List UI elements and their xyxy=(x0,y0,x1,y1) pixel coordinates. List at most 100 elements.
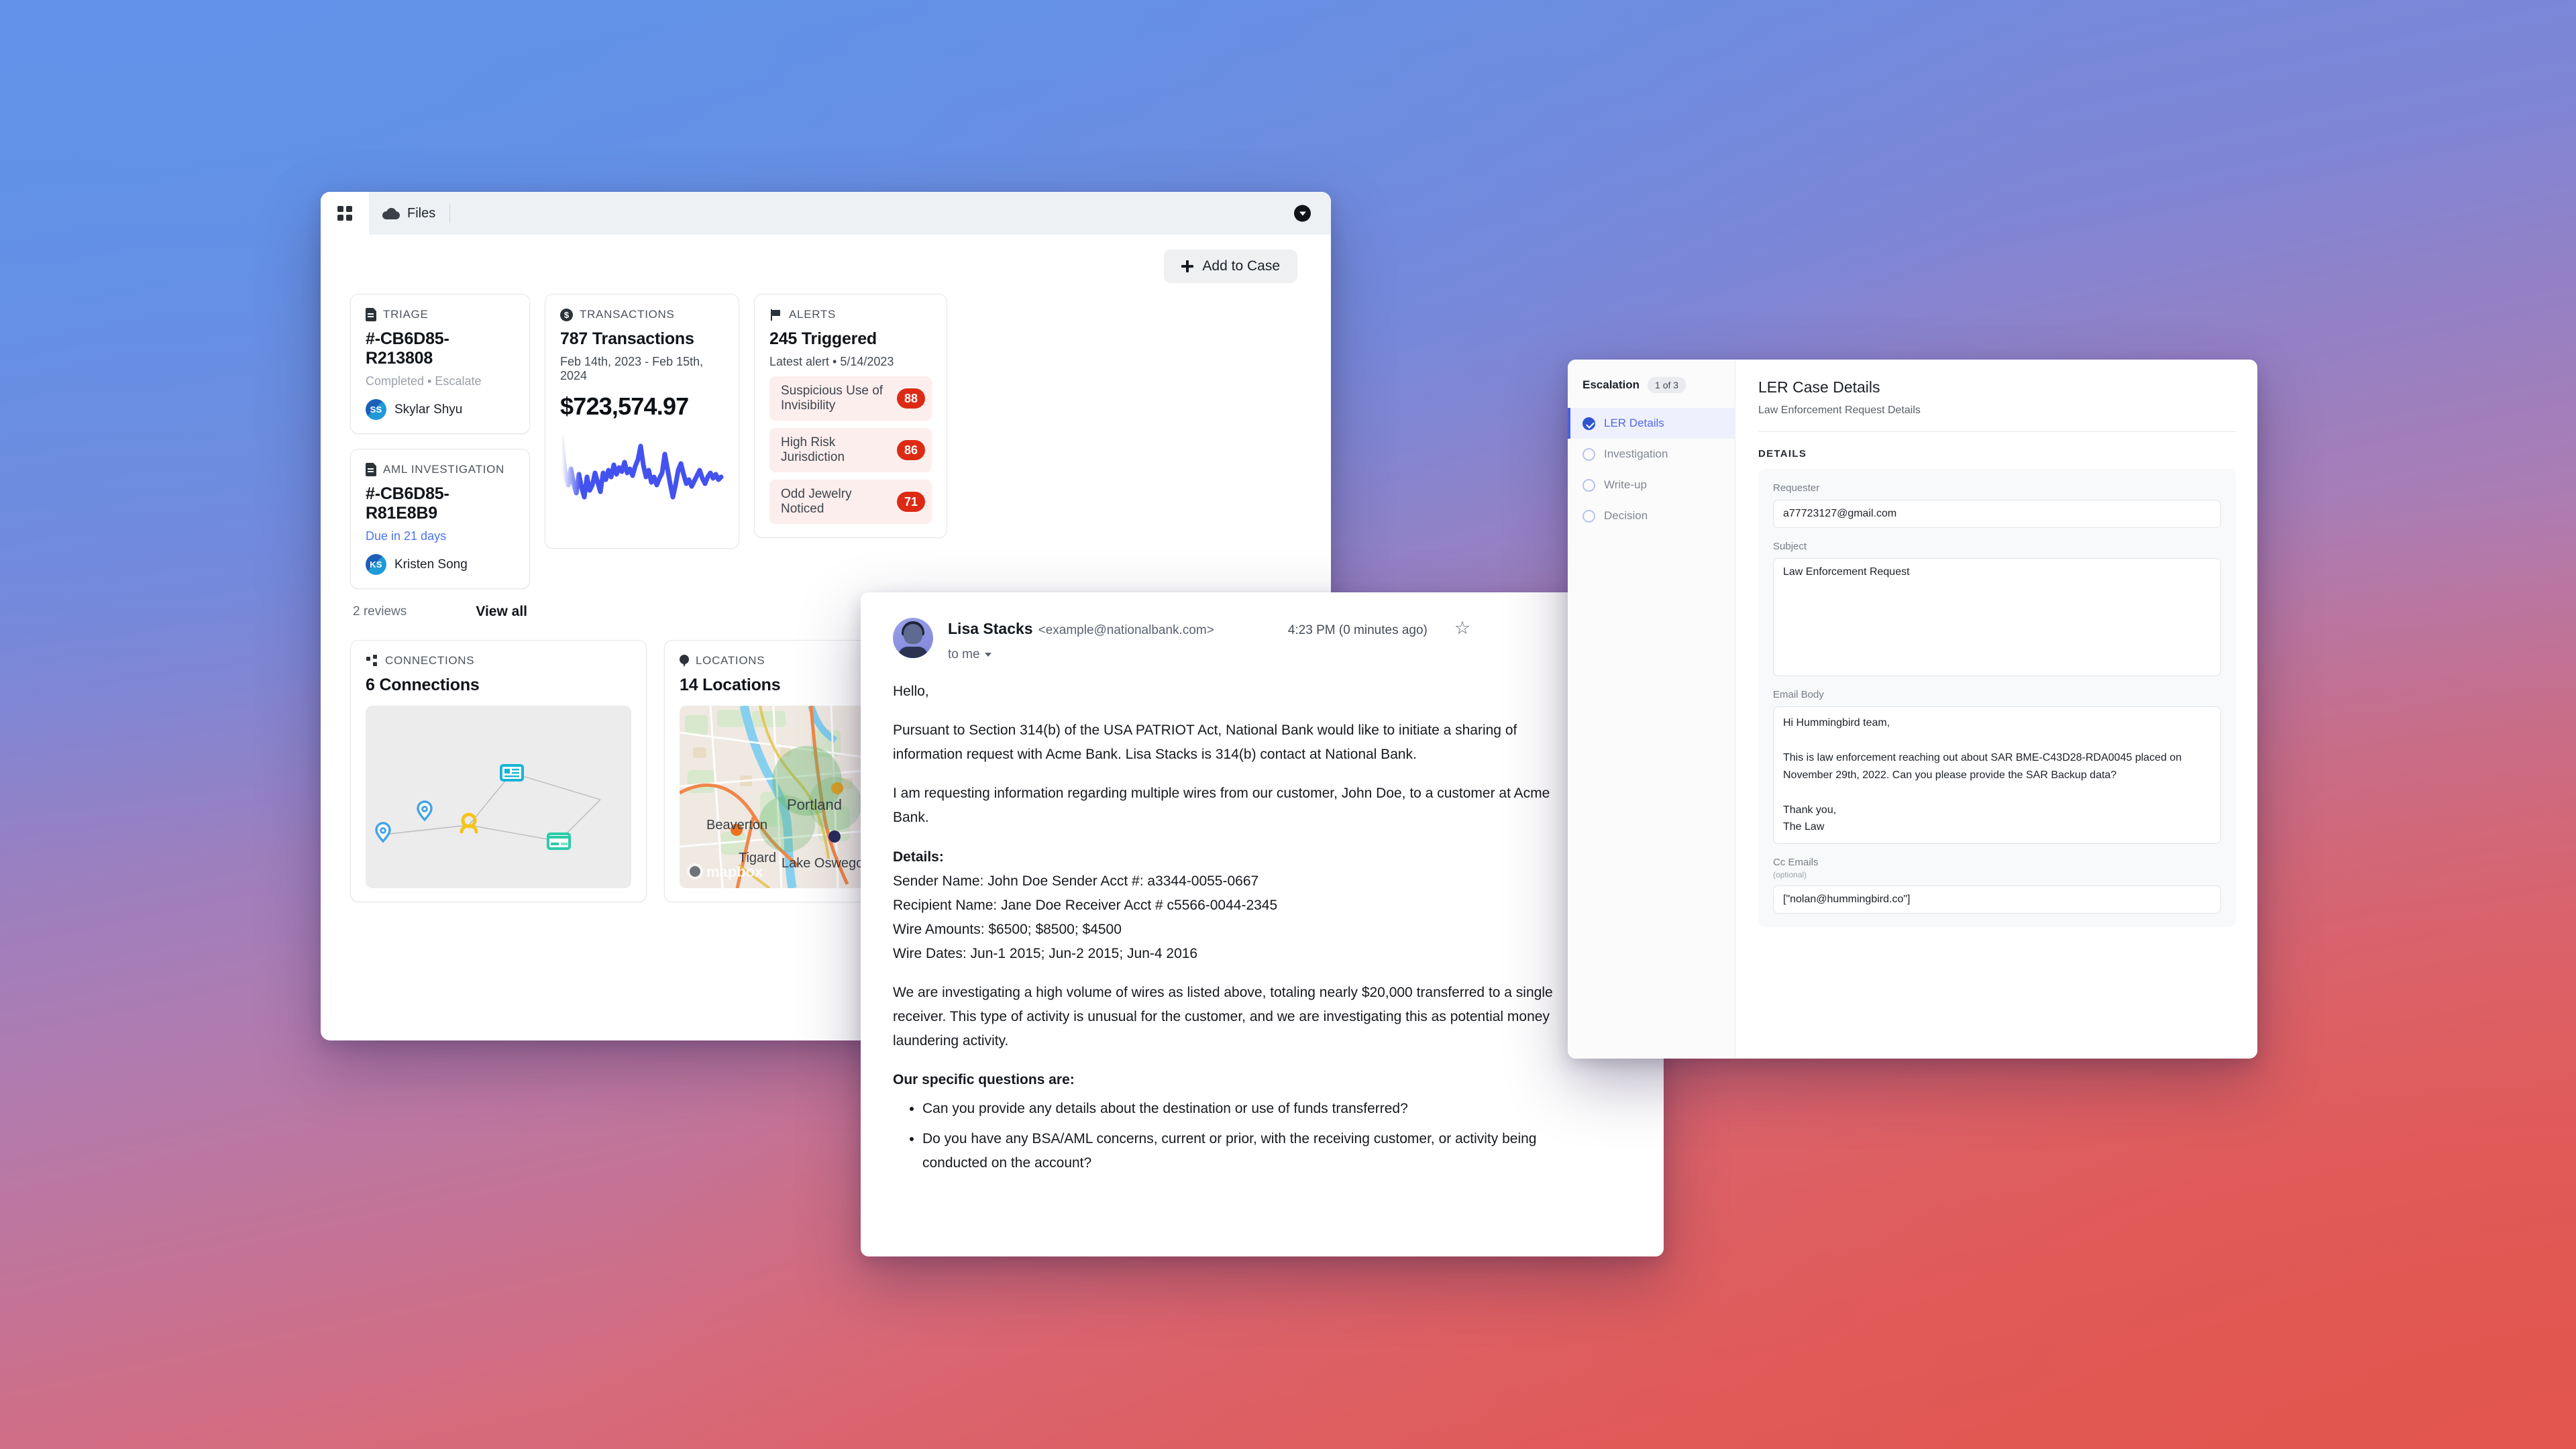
transactions-card-title: TRANSACTIONS xyxy=(580,308,675,321)
alert-row[interactable]: Odd Jewelry Noticed 71 xyxy=(769,480,932,524)
dollar-circle-icon: $ xyxy=(560,308,573,321)
triage-card-title: TRIAGE xyxy=(383,308,429,321)
sidebar-item-label: Write-up xyxy=(1604,478,1647,491)
email-recipients[interactable]: to me xyxy=(948,647,1633,662)
page-title: LER Case Details xyxy=(1758,378,1880,396)
cc-emails-field-group: Cc Emails (optional) ["nolan@hummingbird… xyxy=(1773,857,2221,914)
locations-card-header: LOCATIONS xyxy=(680,654,870,667)
sidebar-item-write-up[interactable]: Write-up xyxy=(1568,470,1735,500)
circle-icon xyxy=(1582,509,1595,523)
connections-card-title: CONNECTIONS xyxy=(385,654,475,667)
svg-text:Portland: Portland xyxy=(787,796,842,813)
svg-text:mapbox: mapbox xyxy=(706,863,763,880)
grid-icon xyxy=(337,206,352,221)
email-greeting: Hello, xyxy=(893,684,929,699)
star-icon[interactable]: ☆ xyxy=(1454,619,1470,637)
locations-card-title: LOCATIONS xyxy=(696,654,765,667)
case-tabbar: Files xyxy=(321,192,1331,235)
locations-count: 14 Locations xyxy=(680,676,781,694)
tab-files[interactable]: Files xyxy=(369,192,451,235)
circle-icon xyxy=(1582,447,1595,461)
cc-emails-input[interactable]: ["nolan@hummingbird.co"] xyxy=(1773,885,2221,914)
chevron-down-icon xyxy=(984,653,991,657)
aml-case-id: #-CB6D85-R81E8B9 xyxy=(366,484,449,523)
view-all-reviews-link[interactable]: View all xyxy=(476,604,527,620)
connections-icon xyxy=(366,654,378,667)
alerts-card-title: ALERTS xyxy=(789,308,837,321)
transactions-amount: $723,574.97 xyxy=(560,392,689,420)
escalation-step-counter: 1 of 3 xyxy=(1648,377,1686,393)
email-details-heading: Details: xyxy=(893,849,944,865)
transactions-count: 787 Transactions xyxy=(560,329,694,348)
sidebar-item-ler-details[interactable]: LER Details xyxy=(1568,408,1735,439)
aml-card-header: AML INVESTIGATION xyxy=(366,463,515,476)
alert-row[interactable]: Suspicious Use of Invisibility 88 xyxy=(769,376,932,421)
connections-graph[interactable] xyxy=(366,706,631,888)
reviews-row: 2 reviews View all xyxy=(350,604,530,620)
case-cards-row-1: TRIAGE #-CB6D85-R213808 Completed ▪ Esca… xyxy=(350,294,1301,620)
alerts-card[interactable]: ALERTS 245 Triggered Latest alert • 5/14… xyxy=(754,294,947,538)
email-recipients-label: to me xyxy=(948,647,980,661)
aml-card-title: AML INVESTIGATION xyxy=(383,463,504,476)
email-timestamp: 4:23 PM (0 minutes ago) xyxy=(1287,623,1428,637)
triage-card[interactable]: TRIAGE #-CB6D85-R213808 Completed ▪ Esca… xyxy=(350,294,530,434)
email-header: Lisa Stacks <example@nationalbank.com> 4… xyxy=(861,592,1664,662)
transactions-sparkline xyxy=(559,434,724,511)
connections-card[interactable]: CONNECTIONS 6 Connections xyxy=(350,640,647,902)
document-icon xyxy=(366,463,376,476)
plus-icon xyxy=(1181,260,1194,272)
sidebar-item-label: Decision xyxy=(1604,509,1648,522)
aml-assignee: KS Kristen Song xyxy=(366,554,515,575)
escalation-header: Escalation 1 of 3 xyxy=(1568,377,1735,408)
email-body-label: Email Body xyxy=(1773,689,1824,700)
divider xyxy=(1758,431,2236,432)
connections-card-header: CONNECTIONS xyxy=(366,654,631,667)
requester-field-group: Requester a77723127@gmail.com xyxy=(1773,482,2221,528)
subject-input[interactable]: Law Enforcement Request xyxy=(1773,558,2221,676)
triage-case-id: #-CB6D85-R213808 xyxy=(366,329,449,368)
email-body: Hello, Pursuant to Section 314(b) of the… xyxy=(861,662,1664,1175)
transactions-card-header: $ TRANSACTIONS xyxy=(560,308,724,321)
add-to-case-label: Add to Case xyxy=(1202,258,1280,274)
tab-dashboard[interactable] xyxy=(321,192,369,235)
flag-icon xyxy=(769,309,782,321)
subject-field-group: Subject Law Enforcement Request xyxy=(1773,541,2221,676)
email-sender-row: Lisa Stacks <example@nationalbank.com> 4… xyxy=(948,619,1633,638)
connections-count: 6 Connections xyxy=(366,676,480,694)
details-section-label: DETAILS xyxy=(1758,448,1807,460)
sidebar-item-investigation[interactable]: Investigation xyxy=(1568,439,1735,470)
email-meta: Lisa Stacks <example@nationalbank.com> 4… xyxy=(948,618,1633,662)
aml-investigation-card[interactable]: AML INVESTIGATION #-CB6D85-R81E8B9 Due i… xyxy=(350,449,530,589)
status-badge: 71 xyxy=(897,492,925,512)
email-detail-line: Recipient Name: Jane Doe Receiver Acct #… xyxy=(893,897,1278,913)
email-paragraph-3: We are investigating a high volume of wi… xyxy=(893,985,1553,1049)
email-detail-line: Wire Amounts: $6500; $8500; $4500 xyxy=(893,921,1122,937)
check-circle-icon xyxy=(1582,417,1595,430)
ler-case-details-window: Escalation 1 of 3 LER Details Investigat… xyxy=(1568,360,2257,1059)
email-paragraph-1: Pursuant to Section 314(b) of the USA PA… xyxy=(893,722,1517,763)
email-body-textarea[interactable]: Hi Hummingbird team, This is law enforce… xyxy=(1773,706,2221,845)
alert-row[interactable]: High Risk Jurisdiction 86 xyxy=(769,428,932,472)
transactions-date-range: Feb 14th, 2023 - Feb 15th, 2024 xyxy=(560,355,704,382)
svg-text:Beaverton: Beaverton xyxy=(706,818,767,833)
ler-main-panel: LER Case Details Law Enforcement Request… xyxy=(1735,360,2257,1059)
email-questions-list: Can you provide any details about the de… xyxy=(922,1097,1664,1175)
requester-input[interactable]: a77723127@gmail.com xyxy=(1773,500,2221,528)
email-body-field-group: Email Body Hi Hummingbird team, This is … xyxy=(1773,689,2221,845)
tab-files-label: Files xyxy=(407,205,436,221)
alerts-latest: Latest alert • 5/14/2023 xyxy=(769,355,894,368)
locations-map[interactable]: Portland Beaverton Tigard Lake Oswego ma… xyxy=(680,706,870,888)
add-to-case-button[interactable]: Add to Case xyxy=(1164,250,1297,283)
sidebar-item-decision[interactable]: Decision xyxy=(1568,500,1735,531)
status-badge: 86 xyxy=(897,440,925,460)
email-paragraph-2: I am requesting information regarding mu… xyxy=(893,786,1550,826)
chevron-down-circle-icon[interactable] xyxy=(1294,205,1311,222)
svg-text:Lake Oswego: Lake Oswego xyxy=(782,856,863,871)
document-icon xyxy=(366,308,376,321)
alerts-card-header: ALERTS xyxy=(769,308,932,321)
email-sender-address: <example@nationalbank.com> xyxy=(1038,623,1214,637)
transactions-card[interactable]: $ TRANSACTIONS 787 Transactions Feb 14th… xyxy=(545,294,739,549)
locations-card[interactable]: LOCATIONS 14 Locations Portland Beaverto… xyxy=(664,640,885,902)
email-detail-line: Wire Dates: Jun-1 2015; Jun-2 2015; Jun-… xyxy=(893,945,1198,961)
list-item: Can you provide any details about the de… xyxy=(922,1097,1580,1121)
